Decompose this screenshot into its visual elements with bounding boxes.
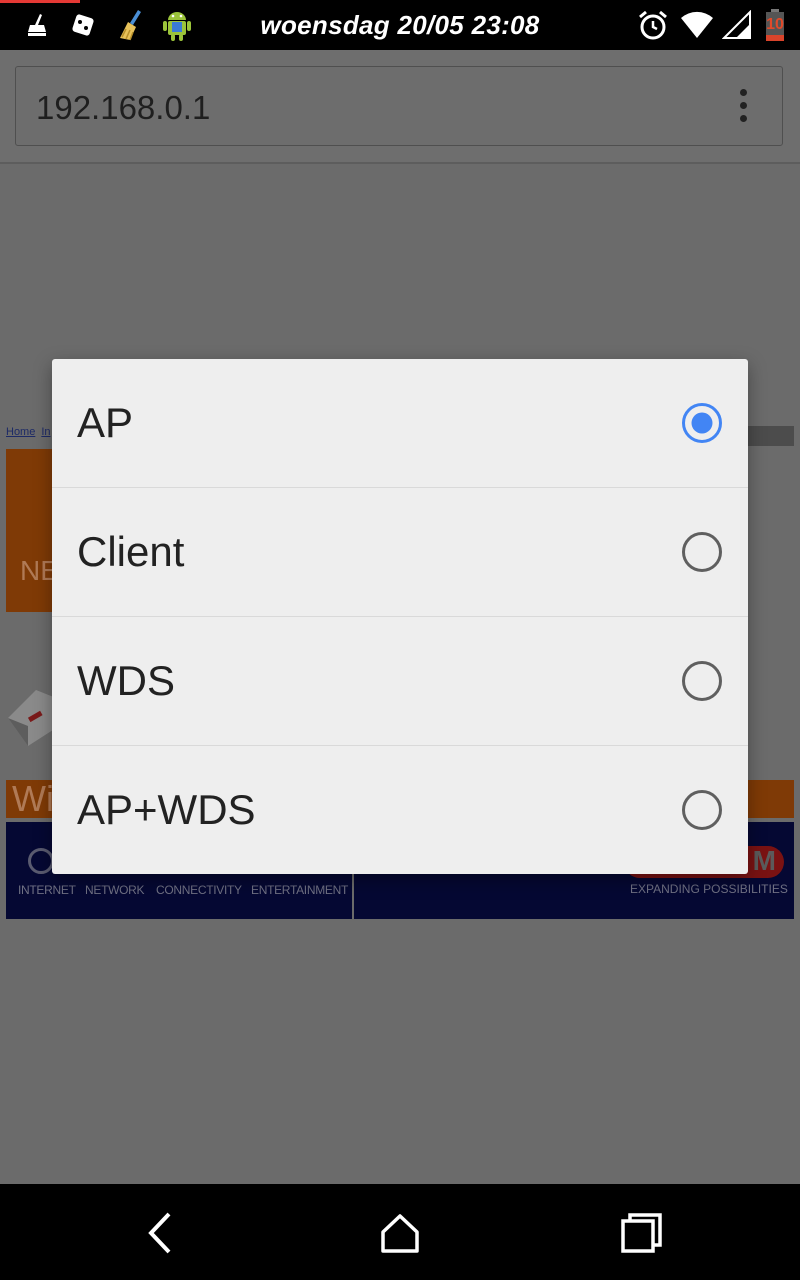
radio-button-checked[interactable]	[682, 403, 722, 443]
option-label: AP	[77, 399, 134, 446]
internet-icon	[28, 848, 54, 874]
option-label: WDS	[77, 657, 175, 704]
footer-label-entertainment: ENTERTAINMENT	[251, 883, 348, 897]
browser-toolbar: 192.168.0.1	[0, 50, 800, 164]
option-client[interactable]: Client	[52, 487, 748, 616]
router-image	[6, 668, 56, 748]
radio-button[interactable]	[682, 532, 722, 572]
section-header-text: Wi	[12, 778, 54, 819]
option-ap[interactable]: AP	[52, 359, 748, 487]
radio-button[interactable]	[682, 661, 722, 701]
page-header-bar	[748, 426, 794, 446]
status-bar: woensdag 20/05 23:08 10	[0, 0, 800, 50]
mode-select-dialog: AP Client WDS AP+WDS	[52, 359, 748, 874]
alarm-icon	[636, 8, 670, 42]
signal-icon	[720, 8, 754, 42]
option-label: AP+WDS	[77, 786, 256, 833]
page-banner: NE	[6, 449, 59, 612]
back-icon[interactable]	[130, 1208, 190, 1258]
wifi-icon	[680, 8, 714, 42]
option-wds[interactable]: WDS	[52, 616, 748, 745]
footer-label-network: NETWORK	[85, 883, 145, 897]
battery-level: 10	[766, 16, 784, 33]
home-icon[interactable]	[370, 1208, 430, 1258]
radio-button[interactable]	[682, 790, 722, 830]
url-bar[interactable]: 192.168.0.1	[15, 66, 783, 146]
recents-icon[interactable]	[612, 1208, 672, 1258]
brand-tagline: EXPANDING POSSIBILITIES	[630, 882, 788, 896]
brand-text: M	[752, 845, 776, 876]
option-ap-wds[interactable]: AP+WDS	[52, 745, 748, 874]
footer-label-internet: INTERNET	[18, 883, 76, 897]
status-progress-line	[0, 0, 80, 3]
page-link[interactable]: In	[41, 426, 50, 438]
footer-label-connectivity: CONNECTIVITY	[156, 883, 242, 897]
option-label: Client	[77, 528, 185, 575]
page-nav-links: Home In	[6, 426, 57, 446]
home-link[interactable]: Home	[6, 426, 35, 438]
overflow-menu-icon[interactable]	[738, 89, 748, 125]
navigation-bar	[0, 1184, 800, 1280]
url-text[interactable]: 192.168.0.1	[36, 89, 210, 127]
